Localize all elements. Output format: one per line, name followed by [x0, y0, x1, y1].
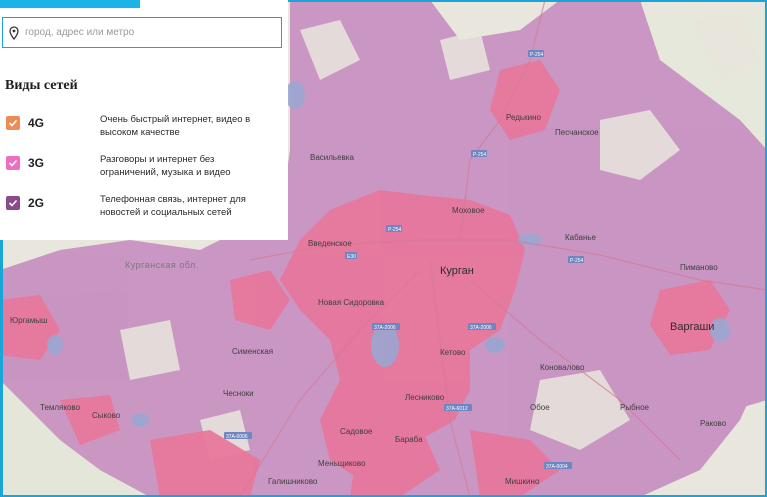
city-label: Редькино	[506, 113, 541, 122]
city-label: Садовое	[340, 427, 373, 436]
svg-text:37А-0006: 37А-0006	[226, 434, 248, 440]
svg-text:Е30: Е30	[347, 254, 356, 260]
city-label: Чесноки	[223, 389, 254, 398]
svg-text:Р-254: Р-254	[570, 258, 584, 264]
checkbox-2g[interactable]	[6, 196, 20, 210]
city-label: Рыбное	[620, 403, 650, 412]
svg-text:Р-254: Р-254	[473, 152, 487, 158]
city-label: Песчанское	[555, 128, 599, 137]
search-input[interactable]	[25, 27, 275, 38]
city-label: Лесниково	[405, 393, 445, 402]
legend-item-3g[interactable]: 3G Разговоры и интернет без ограничений,…	[6, 153, 286, 185]
city-label: Моховое	[452, 206, 485, 215]
city-label: Коновалово	[540, 363, 585, 372]
check-icon	[8, 119, 18, 127]
city-label-kurgan: Курган	[440, 265, 474, 277]
road-badge: 37А-0004	[544, 462, 572, 470]
city-label: Раково	[700, 419, 727, 428]
road-badge: 37А-2006	[468, 323, 496, 331]
city-label: Новая Сидоровка	[318, 298, 385, 307]
legend-title: Виды сетей	[5, 78, 78, 93]
check-icon	[8, 199, 18, 207]
legend-label-4g: 4G	[28, 116, 45, 130]
legend-item-4g[interactable]: 4G Очень быстрый интернет, видео в высок…	[6, 113, 286, 145]
checkbox-4g[interactable]	[6, 116, 20, 130]
city-label: Галишниково	[268, 477, 318, 486]
road-badge: Р-254	[386, 225, 402, 233]
legend-description-2g: Телефонная связь, интернет для новостей …	[100, 194, 246, 218]
road-badge: Р-254	[528, 50, 544, 58]
city-label: Кетово	[440, 348, 466, 357]
svg-text:37А-2006: 37А-2006	[374, 325, 396, 331]
city-label: Пиманово	[680, 263, 718, 272]
search-box[interactable]	[2, 17, 282, 48]
svg-text:37А-0004: 37А-0004	[546, 464, 568, 470]
road-badge: Р-254	[568, 256, 584, 264]
city-label: Барабa	[395, 435, 423, 444]
panel-tab	[0, 0, 140, 8]
check-icon	[8, 159, 18, 167]
road-badge: Р-254	[471, 150, 487, 158]
city-label: Меньщиково	[318, 459, 366, 468]
svg-text:Р-254: Р-254	[388, 227, 402, 233]
svg-text:37А-2006: 37А-2006	[470, 325, 492, 331]
city-label: Сыково	[92, 411, 121, 420]
city-label: Мишкино	[505, 477, 540, 486]
city-label: Васильевка	[310, 153, 354, 162]
legend-description-3g: Разговоры и интернет без ограничений, му…	[100, 154, 231, 178]
region-label: Курганская обл.	[125, 260, 199, 270]
city-label: Сименская	[232, 347, 273, 356]
city-label: Темляково	[40, 403, 81, 412]
road-badge: Е30	[345, 252, 357, 260]
checkbox-3g[interactable]	[6, 156, 20, 170]
legend-description-4g: Очень быстрый интернет, видео в высоком …	[100, 114, 251, 138]
road-badge: 37А-6012	[444, 404, 472, 412]
road-badge: 37А-2006	[372, 323, 400, 331]
city-label-vargashi: Варгаши	[670, 321, 714, 333]
city-label: Введенское	[308, 239, 352, 248]
road-badge: 37А-0006	[224, 432, 252, 440]
svg-text:37А-6012: 37А-6012	[446, 406, 468, 412]
legend-label-3g: 3G	[28, 156, 45, 170]
map-pin-icon	[3, 18, 25, 47]
city-label: Кабанье	[565, 233, 597, 242]
svg-text:Р-254: Р-254	[530, 52, 544, 58]
legend-item-2g[interactable]: 2G Телефонная связь, интернет для новост…	[6, 193, 286, 225]
city-label: Обое	[530, 403, 550, 412]
legend-panel: Виды сетей 4G Очень быстрый интернет, ви…	[0, 0, 288, 240]
legend-label-2g: 2G	[28, 196, 45, 210]
city-label: Юргамыш	[10, 316, 47, 325]
